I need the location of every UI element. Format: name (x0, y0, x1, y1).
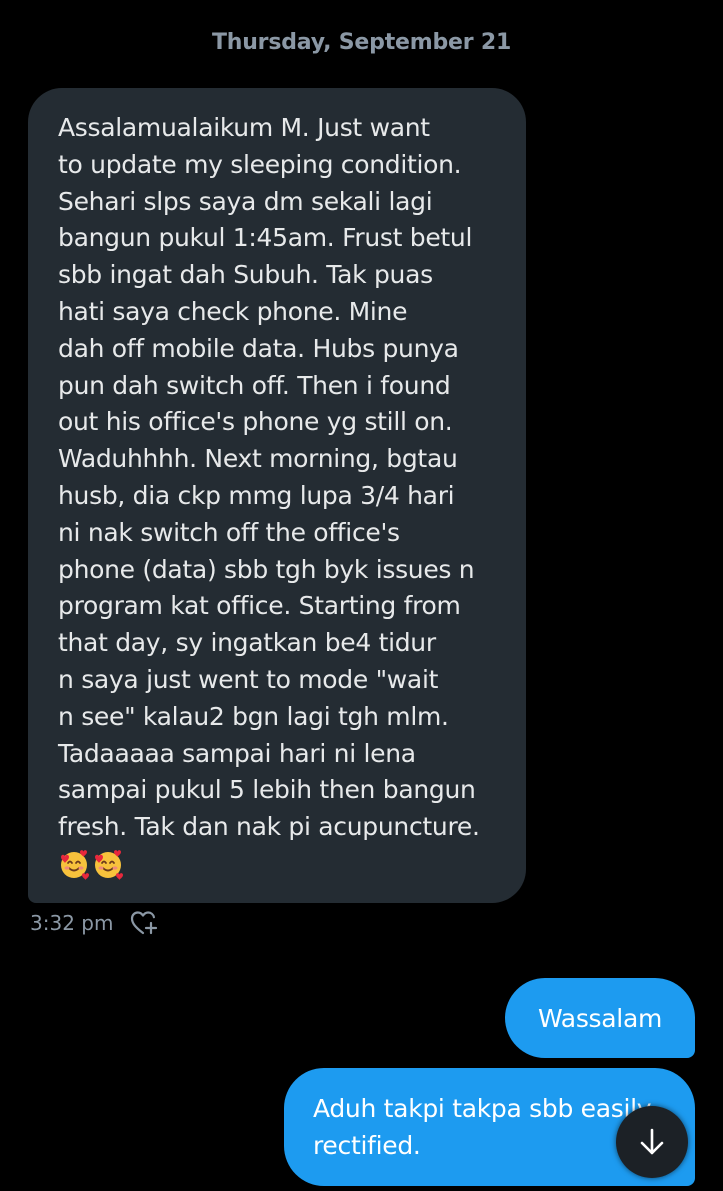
arrow-down-icon (640, 1128, 664, 1155)
message-meta: 3:32 pm (30, 908, 159, 938)
message-line: Tadaaaaa sampai hari ni lena (58, 738, 416, 768)
message-line: sbb ingat dah Subuh. Tak puas (58, 260, 433, 290)
smiling-face-with-hearts-icon (95, 850, 123, 880)
message-line: hati saya check phone. Mine (58, 296, 408, 326)
incoming-message-bubble[interactable]: Assalamualaikum M. Just want to update m… (28, 88, 526, 903)
message-line: out his office's phone yg still on. (58, 407, 453, 437)
message-timestamp: 3:32 pm (30, 911, 114, 935)
message-line: ni nak switch off the office's (58, 517, 400, 547)
date-separator: Thursday, September 21 (211, 30, 512, 55)
message-line: pun dah switch off. Then i found (58, 370, 451, 400)
message-line: program kat office. Starting from (58, 591, 461, 621)
message-line: Sehari slps saya dm sekali lagi (58, 186, 433, 216)
message-line: phone (data) sbb tgh byk issues n (58, 554, 475, 584)
message-line: bangun pukul 1:45am. Frust betul (58, 223, 473, 253)
message-line: fresh. Tak dan nak pi acupuncture. (58, 812, 480, 842)
message-line: Aduh takpi takpa sbb easily (313, 1094, 652, 1123)
message-line: dah off mobile data. Hubs punya (58, 333, 459, 363)
message-line: Assalamualaikum M. Just want (58, 113, 430, 142)
message-line: husb, dia ckp mmg lupa 3/4 hari (58, 480, 455, 510)
outgoing-message-bubble[interactable]: Wassalam (505, 978, 695, 1058)
smiling-face-with-hearts-icon (61, 850, 89, 880)
add-reaction-heart-icon[interactable] (129, 908, 159, 938)
message-line: to update my sleeping condition. (58, 149, 462, 179)
message-line: Waduhhhh. Next morning, bgtau (58, 444, 458, 474)
scroll-to-bottom-button[interactable] (616, 1106, 688, 1178)
message-line: that day, sy ingatkan be4 tidur (58, 628, 436, 658)
emoji-row (58, 848, 506, 880)
message-line: Wassalam (537, 1003, 663, 1033)
message-line: n saya just went to mode "wait (58, 664, 439, 694)
message-line: sampai pukul 5 lebih then bangun (58, 775, 476, 805)
message-line: n see" kalau2 bgn lagi tgh mlm. (58, 701, 449, 731)
